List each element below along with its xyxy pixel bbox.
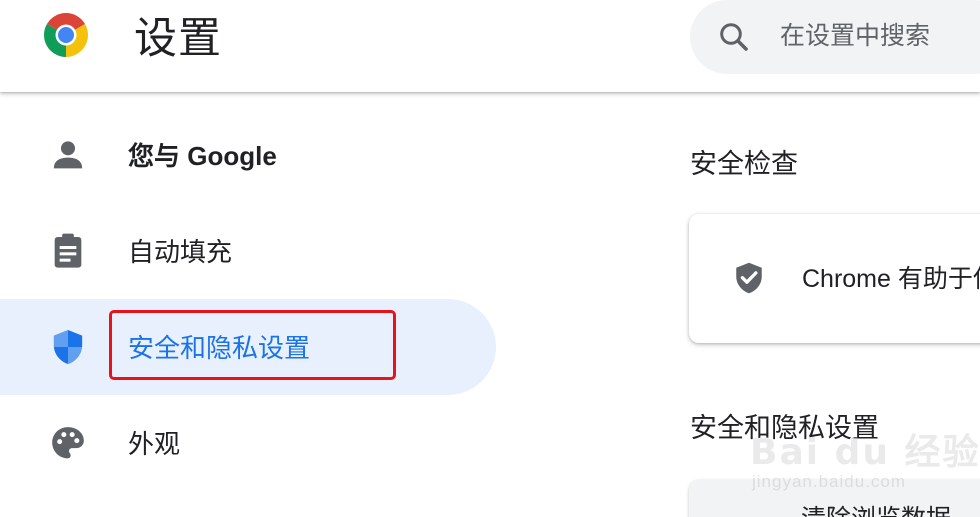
sidebar-item-label: 安全和隐私设置 bbox=[128, 333, 311, 363]
shield-icon bbox=[53, 330, 83, 364]
section-title-privacy: 安全和隐私设置 bbox=[690, 413, 879, 443]
sidebar-item-label: 您与 Google bbox=[128, 141, 277, 171]
safety-check-description: Chrome 有助于保 bbox=[802, 265, 980, 293]
clear-browsing-data-label: 清除浏览数据 bbox=[801, 502, 951, 517]
search-box[interactable] bbox=[690, 0, 980, 74]
clipboard-icon bbox=[54, 233, 82, 268]
sidebar-item-label: 自动填充 bbox=[128, 237, 233, 267]
sidebar-item-appearance[interactable]: 外观 bbox=[0, 395, 496, 491]
shield-check-icon bbox=[736, 262, 762, 294]
search-icon[interactable] bbox=[716, 19, 752, 55]
top-toolbar: 设置 bbox=[0, 0, 980, 92]
sidebar-item-you-and-google[interactable]: 您与 Google bbox=[0, 107, 496, 203]
sidebar-item-label: 外观 bbox=[128, 429, 181, 459]
section-title-safety-check: 安全检查 bbox=[690, 149, 798, 179]
search-input[interactable] bbox=[780, 14, 980, 58]
page-title: 设置 bbox=[134, 15, 222, 63]
settings-page: 设置 您与 Google 自动填充 bbox=[0, 0, 980, 517]
sidebar-item-autofill[interactable]: 自动填充 bbox=[0, 203, 496, 299]
palette-icon bbox=[52, 427, 84, 459]
chrome-logo-icon bbox=[44, 13, 88, 57]
safety-check-card[interactable]: Chrome 有助于保 bbox=[689, 214, 980, 343]
person-icon bbox=[53, 141, 83, 169]
sidebar-item-privacy-security[interactable]: 安全和隐私设置 bbox=[0, 299, 496, 395]
clear-browsing-data-row[interactable]: 清除浏览数据 bbox=[689, 480, 980, 517]
